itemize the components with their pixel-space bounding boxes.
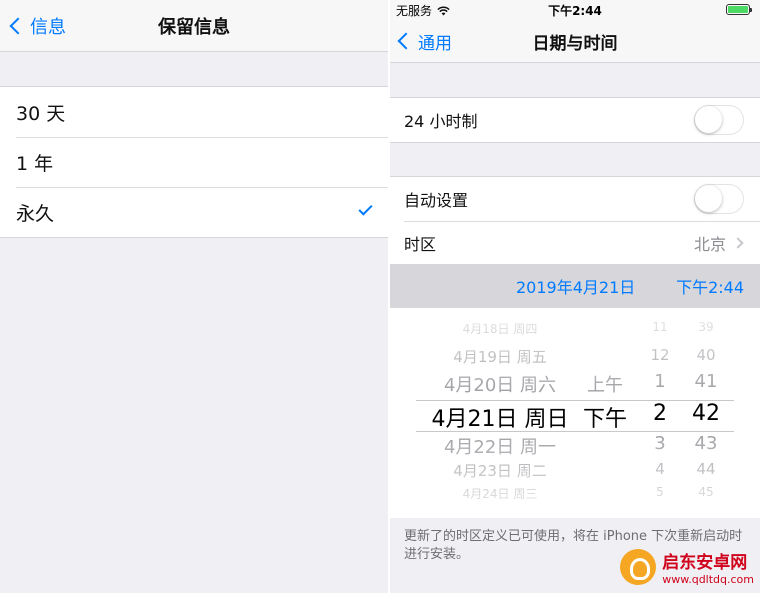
row-auto-set: 自动设置 (390, 177, 760, 221)
status-bar: 无服务 下午2:44 (390, 0, 760, 20)
picker-hour-item[interactable]: 12 (638, 346, 682, 364)
checkmark-icon (358, 201, 373, 216)
picker-column-ampm[interactable]: 上午 下午 (576, 308, 634, 518)
back-label: 通用 (418, 33, 452, 54)
retention-options: 30 天 1 年 永久 (0, 86, 388, 238)
battery-fill (728, 6, 748, 13)
right-nav-bar: 通用 日期与时间 (390, 20, 760, 63)
option-label: 1 年 (16, 152, 54, 175)
picker-column-date[interactable]: 4月18日 周四 4月19日 周五 4月20日 周六 4月21日 周日 4月22日 周一… (420, 308, 580, 518)
toggle-24-hour[interactable] (694, 105, 744, 135)
picker-column-minute[interactable]: 39 40 41 42 43 44 45 (684, 308, 728, 518)
clock-format-group: 24 小时制 (390, 97, 760, 143)
watermark: 启东安卓网 www.qdltdq.com (620, 548, 754, 586)
picker-date-item[interactable]: 4月24日 周三 (420, 485, 580, 502)
picker-date-item[interactable]: 4月18日 周四 (420, 320, 580, 337)
row-label: 24 小时制 (404, 112, 478, 131)
picker-minute-item[interactable]: 39 (684, 320, 728, 334)
picker-minute-item-selected[interactable]: 42 (684, 401, 728, 426)
datetime-bar: 2019年4月21日 下午2:44 (390, 264, 760, 308)
picker-minute-item[interactable]: 40 (684, 346, 728, 364)
row-label: 时区 (404, 235, 437, 254)
option-label: 永久 (16, 202, 55, 225)
back-button-messages[interactable]: 信息 (8, 0, 66, 51)
option-forever[interactable]: 永久 (0, 187, 388, 237)
toggle-auto-set[interactable] (694, 184, 744, 214)
option-label: 30 天 (16, 102, 66, 125)
row-timezone[interactable]: 时区 北京 (390, 221, 760, 265)
picker-selection-top (416, 400, 734, 401)
timezone-value: 北京 (693, 235, 726, 254)
picker-column-hour[interactable]: 11 12 1 2 3 4 5 (638, 308, 682, 518)
picker-hour-item[interactable]: 4 (638, 460, 682, 478)
picker-minute-item[interactable]: 43 (684, 433, 728, 454)
row-24-hour: 24 小时制 (390, 98, 760, 142)
chevron-right-icon (732, 237, 744, 249)
picker-ampm-item[interactable]: 上午 (576, 371, 634, 397)
row-label: 自动设置 (404, 191, 469, 210)
picker-minute-item[interactable]: 45 (684, 485, 728, 499)
battery-icon (726, 4, 752, 15)
picker-hour-item[interactable]: 5 (638, 485, 682, 499)
picker-date-item[interactable]: 4月20日 周六 (420, 371, 580, 397)
picker-date-item[interactable]: 4月23日 周二 (420, 460, 580, 481)
selected-time[interactable]: 下午2:44 (676, 264, 744, 308)
picker-selection-bottom (416, 431, 734, 432)
chevron-left-icon (397, 32, 415, 50)
picker-hour-item[interactable]: 3 (638, 433, 682, 454)
picker-hour-item[interactable]: 1 (638, 371, 682, 392)
picker-minute-item[interactable]: 44 (684, 460, 728, 478)
selected-date[interactable]: 2019年4月21日 (516, 264, 635, 308)
picker-date-item-selected[interactable]: 4月21日 周日 (420, 401, 580, 433)
picker-hour-item[interactable]: 11 (638, 320, 682, 334)
picker-hour-item-selected[interactable]: 2 (638, 401, 682, 426)
picker-ampm-item-selected[interactable]: 下午 (576, 401, 634, 433)
status-time: 下午2:44 (548, 4, 602, 18)
watermark-url: www.qdltdq.com (662, 573, 754, 586)
picker-date-item[interactable]: 4月19日 周五 (420, 346, 580, 367)
option-30-days[interactable]: 30 天 (0, 87, 388, 137)
picker-date-item[interactable]: 4月22日 周一 (420, 433, 580, 459)
option-1-year[interactable]: 1 年 (0, 137, 388, 187)
toggle-knob (695, 185, 722, 212)
back-button-general[interactable]: 通用 (396, 20, 452, 62)
date-time-picker[interactable]: 4月18日 周四 4月19日 周五 4月20日 周六 4月21日 周日 4月22日 周一… (390, 308, 760, 518)
retention-panel: 信息 保留信息 30 天 1 年 永久 (0, 0, 388, 593)
date-time-panel: 无服务 下午2:44 通用 日期与时间 24 小时制 自动设置 时区 北京 20… (390, 0, 760, 593)
watermark-text: 启东安卓网 www.qdltdq.com (662, 548, 754, 586)
watermark-name: 启东安卓网 (662, 553, 748, 573)
watermark-logo-icon (620, 549, 657, 585)
back-label: 信息 (30, 16, 66, 38)
auto-set-group: 自动设置 时区 北京 (390, 176, 760, 266)
picker-minute-item[interactable]: 41 (684, 371, 728, 392)
left-nav-bar: 信息 保留信息 (0, 0, 388, 52)
chevron-left-icon (9, 17, 27, 34)
toggle-knob (695, 106, 722, 133)
